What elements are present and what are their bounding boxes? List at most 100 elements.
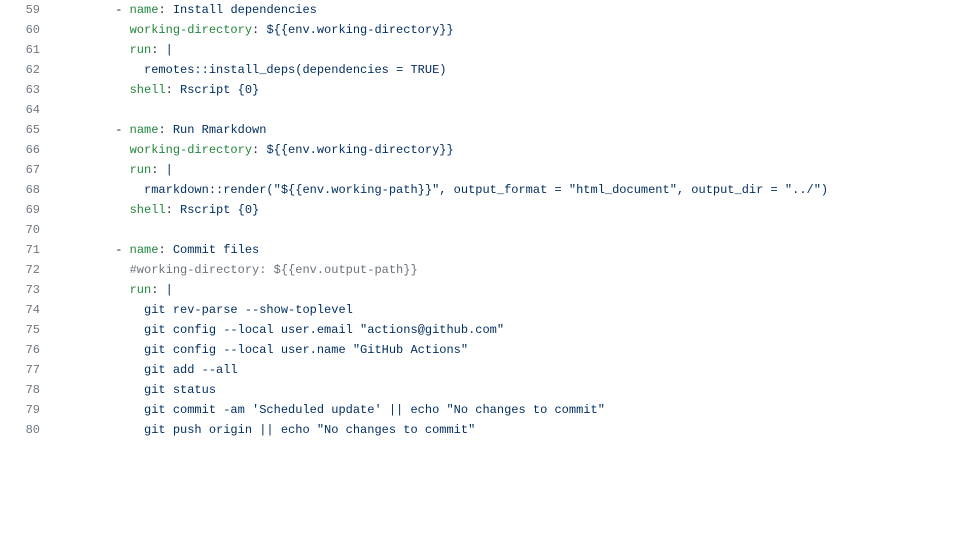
indent [72,123,115,137]
line-number[interactable]: 78 [0,380,50,400]
code-line[interactable]: 71 - name: Commit files [0,240,956,260]
indent [72,163,130,177]
token: - [115,3,129,17]
token: name [130,3,159,17]
code-line[interactable]: 61 run: | [0,40,956,60]
token: : [252,23,266,37]
line-number[interactable]: 73 [0,280,50,300]
line-number[interactable]: 67 [0,160,50,180]
code-line[interactable]: 68 rmarkdown::render("${{env.working-pat… [0,180,956,200]
line-content[interactable]: git rev-parse --show-toplevel [50,300,956,320]
line-number[interactable]: 64 [0,100,50,120]
line-content[interactable]: ​ [50,220,956,240]
line-content[interactable]: run: | [50,280,956,300]
code-line[interactable]: 77 git add --all [0,360,956,380]
token: shell [130,203,166,217]
line-content[interactable]: git commit -am 'Scheduled update' || ech… [50,400,956,420]
code-line[interactable]: 74 git rev-parse --show-toplevel [0,300,956,320]
token: working-directory [130,143,252,157]
code-line[interactable]: 62 remotes::install_deps(dependencies = … [0,60,956,80]
token: working-directory [130,23,252,37]
code-line[interactable]: 78 git status [0,380,956,400]
token: name [130,243,159,257]
line-number[interactable]: 80 [0,420,50,440]
line-number[interactable]: 71 [0,240,50,260]
code-line[interactable]: 65 - name: Run Rmarkdown [0,120,956,140]
token: : [166,203,180,217]
code-block: 59 - name: Install dependencies60 workin… [0,0,956,440]
line-content[interactable]: run: | [50,160,956,180]
code-line[interactable]: 72 #working-directory: ${{env.output-pat… [0,260,956,280]
token: : [151,163,165,177]
code-line[interactable]: 64​ [0,100,956,120]
indent [72,343,144,357]
token: Run Rmarkdown [173,123,267,137]
line-content[interactable]: - name: Install dependencies [50,0,956,20]
line-content[interactable]: working-directory: ${{env.working-direct… [50,140,956,160]
line-content[interactable]: working-directory: ${{env.working-direct… [50,20,956,40]
line-number[interactable]: 72 [0,260,50,280]
token: git config --local user.email "actions@g… [144,323,504,337]
indent [72,43,130,57]
indent [72,303,144,317]
token: Rscript {0} [180,83,259,97]
line-content[interactable]: git config --local user.name "GitHub Act… [50,340,956,360]
code-line[interactable]: 79 git commit -am 'Scheduled update' || … [0,400,956,420]
indent [72,283,130,297]
line-number[interactable]: 62 [0,60,50,80]
line-content[interactable]: git push origin || echo "No changes to c… [50,420,956,440]
code-line[interactable]: 80 git push origin || echo "No changes t… [0,420,956,440]
line-number[interactable]: 75 [0,320,50,340]
indent [72,143,130,157]
line-number[interactable]: 59 [0,0,50,20]
code-line[interactable]: 76 git config --local user.name "GitHub … [0,340,956,360]
code-line[interactable]: 73 run: | [0,280,956,300]
code-line[interactable]: 66 working-directory: ${{env.working-dir… [0,140,956,160]
line-content[interactable]: shell: Rscript {0} [50,200,956,220]
line-content[interactable]: git config --local user.email "actions@g… [50,320,956,340]
line-content[interactable]: git status [50,380,956,400]
line-content[interactable]: rmarkdown::render("${{env.working-path}}… [50,180,956,200]
token: git rev-parse --show-toplevel [144,303,353,317]
line-number[interactable]: 66 [0,140,50,160]
code-line[interactable]: 70​ [0,220,956,240]
line-number[interactable]: 65 [0,120,50,140]
line-content[interactable]: remotes::install_deps(dependencies = TRU… [50,60,956,80]
line-number[interactable]: 70 [0,220,50,240]
token: : [158,123,172,137]
line-number[interactable]: 76 [0,340,50,360]
code-line[interactable]: 69 shell: Rscript {0} [0,200,956,220]
indent [72,183,144,197]
code-line[interactable]: 67 run: | [0,160,956,180]
token: #working-directory: ${{env.output-path}} [130,263,418,277]
indent [72,383,144,397]
line-number[interactable]: 60 [0,20,50,40]
line-number[interactable]: 68 [0,180,50,200]
token: Commit files [173,243,259,257]
indent [72,263,130,277]
line-number[interactable]: 79 [0,400,50,420]
token: git add --all [144,363,238,377]
line-number[interactable]: 61 [0,40,50,60]
token: rmarkdown::render("${{env.working-path}}… [144,183,828,197]
line-content[interactable]: #working-directory: ${{env.output-path}} [50,260,956,280]
code-line[interactable]: 59 - name: Install dependencies [0,0,956,20]
line-number[interactable]: 74 [0,300,50,320]
line-number[interactable]: 69 [0,200,50,220]
code-line[interactable]: 63 shell: Rscript {0} [0,80,956,100]
line-number[interactable]: 77 [0,360,50,380]
line-content[interactable]: - name: Run Rmarkdown [50,120,956,140]
code-line[interactable]: 75 git config --local user.email "action… [0,320,956,340]
token: run [130,43,152,57]
indent [72,243,115,257]
line-content[interactable]: shell: Rscript {0} [50,80,956,100]
line-number[interactable]: 63 [0,80,50,100]
line-content[interactable]: git add --all [50,360,956,380]
line-content[interactable]: - name: Commit files [50,240,956,260]
line-content[interactable]: ​ [50,100,956,120]
token: - [115,243,129,257]
token: : [158,3,172,17]
indent [72,83,130,97]
code-line[interactable]: 60 working-directory: ${{env.working-dir… [0,20,956,40]
line-content[interactable]: run: | [50,40,956,60]
